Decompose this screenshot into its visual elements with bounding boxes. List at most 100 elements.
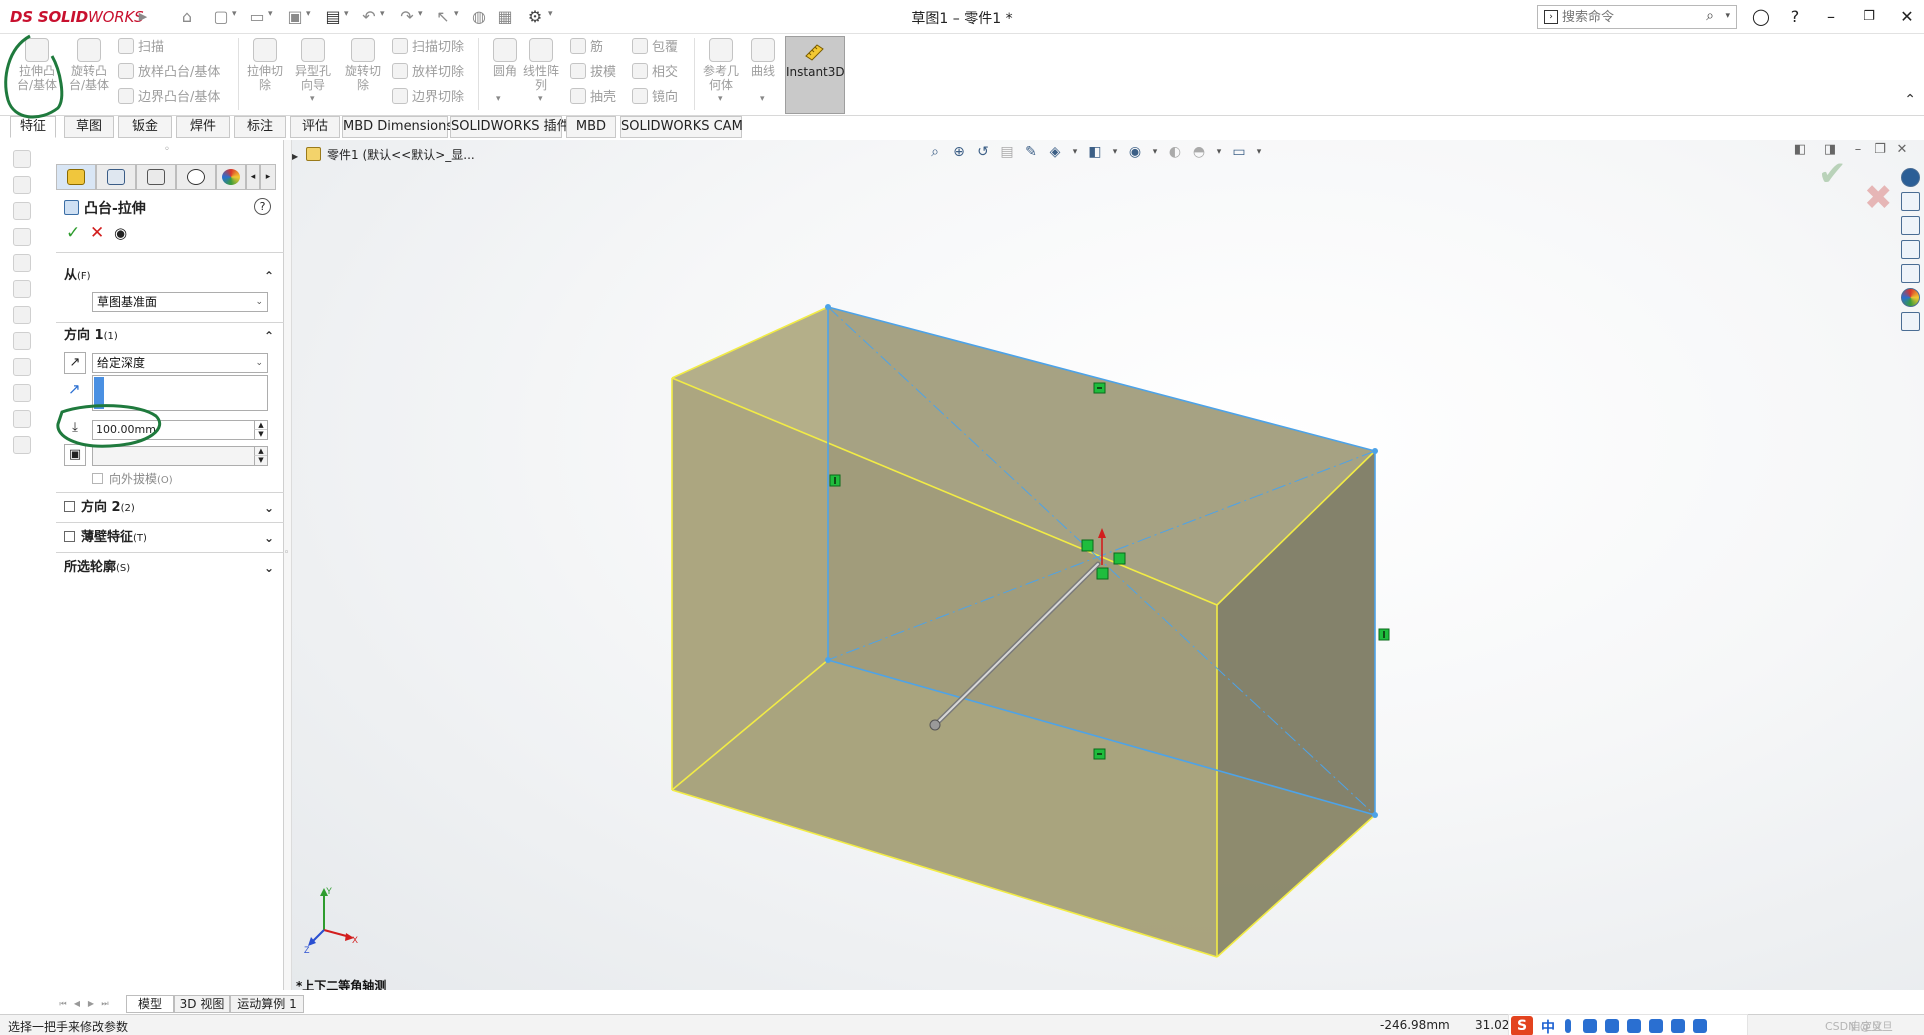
ime-settings-icon[interactable] — [1693, 1019, 1707, 1033]
tab-feature-manager[interactable] — [56, 164, 96, 190]
tab-motion-study[interactable]: 运动算例 1 — [230, 995, 304, 1013]
spin-up-icon[interactable]: ▲ — [254, 421, 267, 430]
tab-scroll-right[interactable]: ▸ — [260, 164, 276, 190]
solidworks-logo[interactable]: DS SOLIDWORKS — [10, 8, 144, 26]
tab-solidworks-addins[interactable]: SOLIDWORKS 插件 — [450, 116, 570, 138]
chamfer-shortcut-icon[interactable] — [13, 332, 31, 350]
loft-cut-button[interactable]: 放样切除 — [392, 62, 464, 84]
collapse-chevron-icon[interactable]: ⌃ — [264, 324, 274, 348]
boundary-boss-button[interactable]: 边界凸台/基体 — [118, 87, 220, 109]
search-input[interactable] — [1562, 8, 1702, 26]
customize-text[interactable]: 自定义 — [1850, 1018, 1883, 1034]
home-icon[interactable]: ⌂ — [176, 7, 198, 27]
tab-markup[interactable]: 标注 — [234, 116, 286, 138]
options-caret[interactable]: ▾ — [548, 9, 553, 19]
tab-sketch[interactable]: 草图 — [64, 116, 114, 138]
end-condition-select[interactable]: 给定深度 ⌄ — [92, 353, 268, 373]
intersect-button[interactable]: 相交 — [632, 62, 678, 84]
microphone-icon[interactable] — [1583, 1019, 1597, 1033]
reference-geometry-caret[interactable]: ▾ — [718, 94, 723, 104]
curves-caret[interactable]: ▾ — [760, 94, 765, 104]
print-icon[interactable]: ▤ — [322, 7, 344, 27]
collapse-ribbon-icon[interactable]: ⌃ — [1904, 92, 1916, 108]
mirror-button[interactable]: 镜向 — [632, 87, 678, 109]
expand-chevron-icon[interactable]: ⌄ — [264, 556, 274, 580]
help-icon[interactable]: ? — [1782, 6, 1808, 28]
draft-toggle-button[interactable]: ▣ — [64, 444, 86, 466]
redo-icon[interactable]: ↷ — [396, 7, 418, 27]
keyboard-icon[interactable] — [1605, 1019, 1619, 1033]
user-account-icon[interactable]: ◯ — [1748, 6, 1774, 28]
panel-splitter[interactable]: ◦ — [284, 140, 292, 990]
revolve-shortcut-icon[interactable] — [13, 202, 31, 220]
cut-shortcut-icon[interactable] — [13, 280, 31, 298]
shell-shortcut-icon[interactable] — [13, 358, 31, 376]
restore-icon[interactable]: ❐ — [1856, 6, 1882, 28]
extrude-cut-button[interactable]: 拉伸切除 — [242, 36, 288, 110]
punctuation-icon[interactable] — [1565, 1019, 1571, 1033]
tab-sheet-metal[interactable]: 钣金 — [118, 116, 172, 138]
tab-3d-views[interactable]: 3D 视图 — [174, 995, 230, 1013]
skin-icon[interactable] — [1627, 1019, 1641, 1033]
options-gear-icon[interactable]: ⚙ — [524, 7, 546, 27]
shell-button[interactable]: 抽壳 — [570, 87, 616, 109]
tab-property-manager[interactable] — [96, 164, 136, 190]
tab-evaluate[interactable]: 评估 — [290, 116, 340, 138]
save-caret[interactable]: ▾ — [306, 9, 311, 19]
menu-expand-icon[interactable]: ▶ — [132, 7, 154, 27]
spin-down-icon[interactable]: ▼ — [254, 430, 267, 439]
rib-button[interactable]: 筋 — [570, 37, 603, 59]
file-properties-icon[interactable]: ▦ — [494, 7, 516, 27]
sweep-cut-button[interactable]: 扫描切除 — [392, 37, 464, 59]
from-condition-select[interactable]: 草图基准面 ⌄ — [92, 292, 268, 312]
revolve-cut-button[interactable]: 旋转切除 — [340, 36, 386, 110]
draft-angle-input[interactable]: ▲ ▼ — [92, 446, 268, 466]
selected-contours-section-header[interactable]: 所选轮廓(S) ⌄ — [64, 556, 278, 580]
fillet-caret[interactable]: ▾ — [496, 94, 501, 104]
expand-chevron-icon[interactable]: ⌄ — [264, 496, 274, 520]
3d-sketch-icon[interactable] — [13, 150, 31, 168]
mirror-shortcut-icon[interactable] — [13, 410, 31, 428]
cancel-x-icon[interactable]: ✕ — [90, 224, 104, 242]
from-section-header[interactable]: 从(F) ⌃ — [64, 264, 278, 288]
first-tab-icon[interactable]: ⏮ — [56, 997, 70, 1011]
sweep-button[interactable]: 扫描 — [118, 37, 164, 59]
expand-chevron-icon[interactable]: ⌄ — [264, 526, 274, 550]
draft-outward-checkbox[interactable]: 向外拔模(O) — [92, 470, 173, 487]
last-tab-icon[interactable]: ⏭ — [98, 997, 112, 1011]
tab-model[interactable]: 模型 — [126, 995, 174, 1013]
new-document-icon[interactable]: ▢ — [210, 7, 232, 27]
close-icon[interactable]: ✕ — [1894, 6, 1920, 28]
tab-features[interactable]: 特征 — [10, 116, 56, 138]
save-icon[interactable]: ▣ — [284, 7, 306, 27]
game-icon[interactable] — [1649, 1019, 1663, 1033]
toolbox-grid-icon[interactable] — [1671, 1019, 1685, 1033]
hole-shortcut-icon[interactable] — [13, 436, 31, 454]
open-caret[interactable]: ▾ — [268, 9, 273, 19]
tab-mbd-dimensions[interactable]: MBD Dimensions — [342, 116, 453, 138]
select-caret[interactable]: ▾ — [454, 9, 459, 19]
graphics-area[interactable]: ▶ 零件1 (默认<<默认>_显... ⌕ ⊕ ↺ ▤ ✎ ◈ ▾ ◧ ▾ ◉ ▾… — [292, 140, 1924, 990]
direction2-checkbox[interactable] — [64, 501, 75, 512]
linear-pattern-caret[interactable]: ▾ — [538, 94, 543, 104]
help-button[interactable]: ? — [254, 198, 271, 215]
spin-up-icon[interactable]: ▲ — [254, 447, 267, 456]
spin-down-icon[interactable]: ▼ — [254, 456, 267, 465]
ok-check-icon[interactable]: ✓ — [66, 224, 80, 242]
tab-dimxpert-manager[interactable] — [176, 164, 216, 190]
panel-grip-icon[interactable]: ◦ — [164, 144, 170, 155]
instant3d-button[interactable]: Instant3D — [785, 36, 845, 114]
draft-button[interactable]: 拔模 — [570, 62, 616, 84]
next-tab-icon[interactable]: ▶ — [84, 997, 98, 1011]
boundary-cut-button[interactable]: 边界切除 — [392, 87, 464, 109]
tab-solidworks-cam[interactable]: SOLIDWORKS CAM — [620, 116, 743, 138]
pattern-shortcut-icon[interactable] — [13, 384, 31, 402]
wrap-button[interactable]: 包覆 — [632, 37, 678, 59]
sogou-ime-logo-icon[interactable]: S — [1511, 1016, 1533, 1035]
open-folder-icon[interactable]: ▭ — [246, 7, 268, 27]
minimize-icon[interactable]: – — [1818, 6, 1844, 28]
thin-feature-section-header[interactable]: 薄壁特征(T) ⌄ — [64, 526, 278, 550]
sweep-shortcut-icon[interactable] — [13, 228, 31, 246]
prev-tab-icon[interactable]: ◀ — [70, 997, 84, 1011]
search-dropdown-icon[interactable]: ▾ — [1725, 11, 1730, 21]
